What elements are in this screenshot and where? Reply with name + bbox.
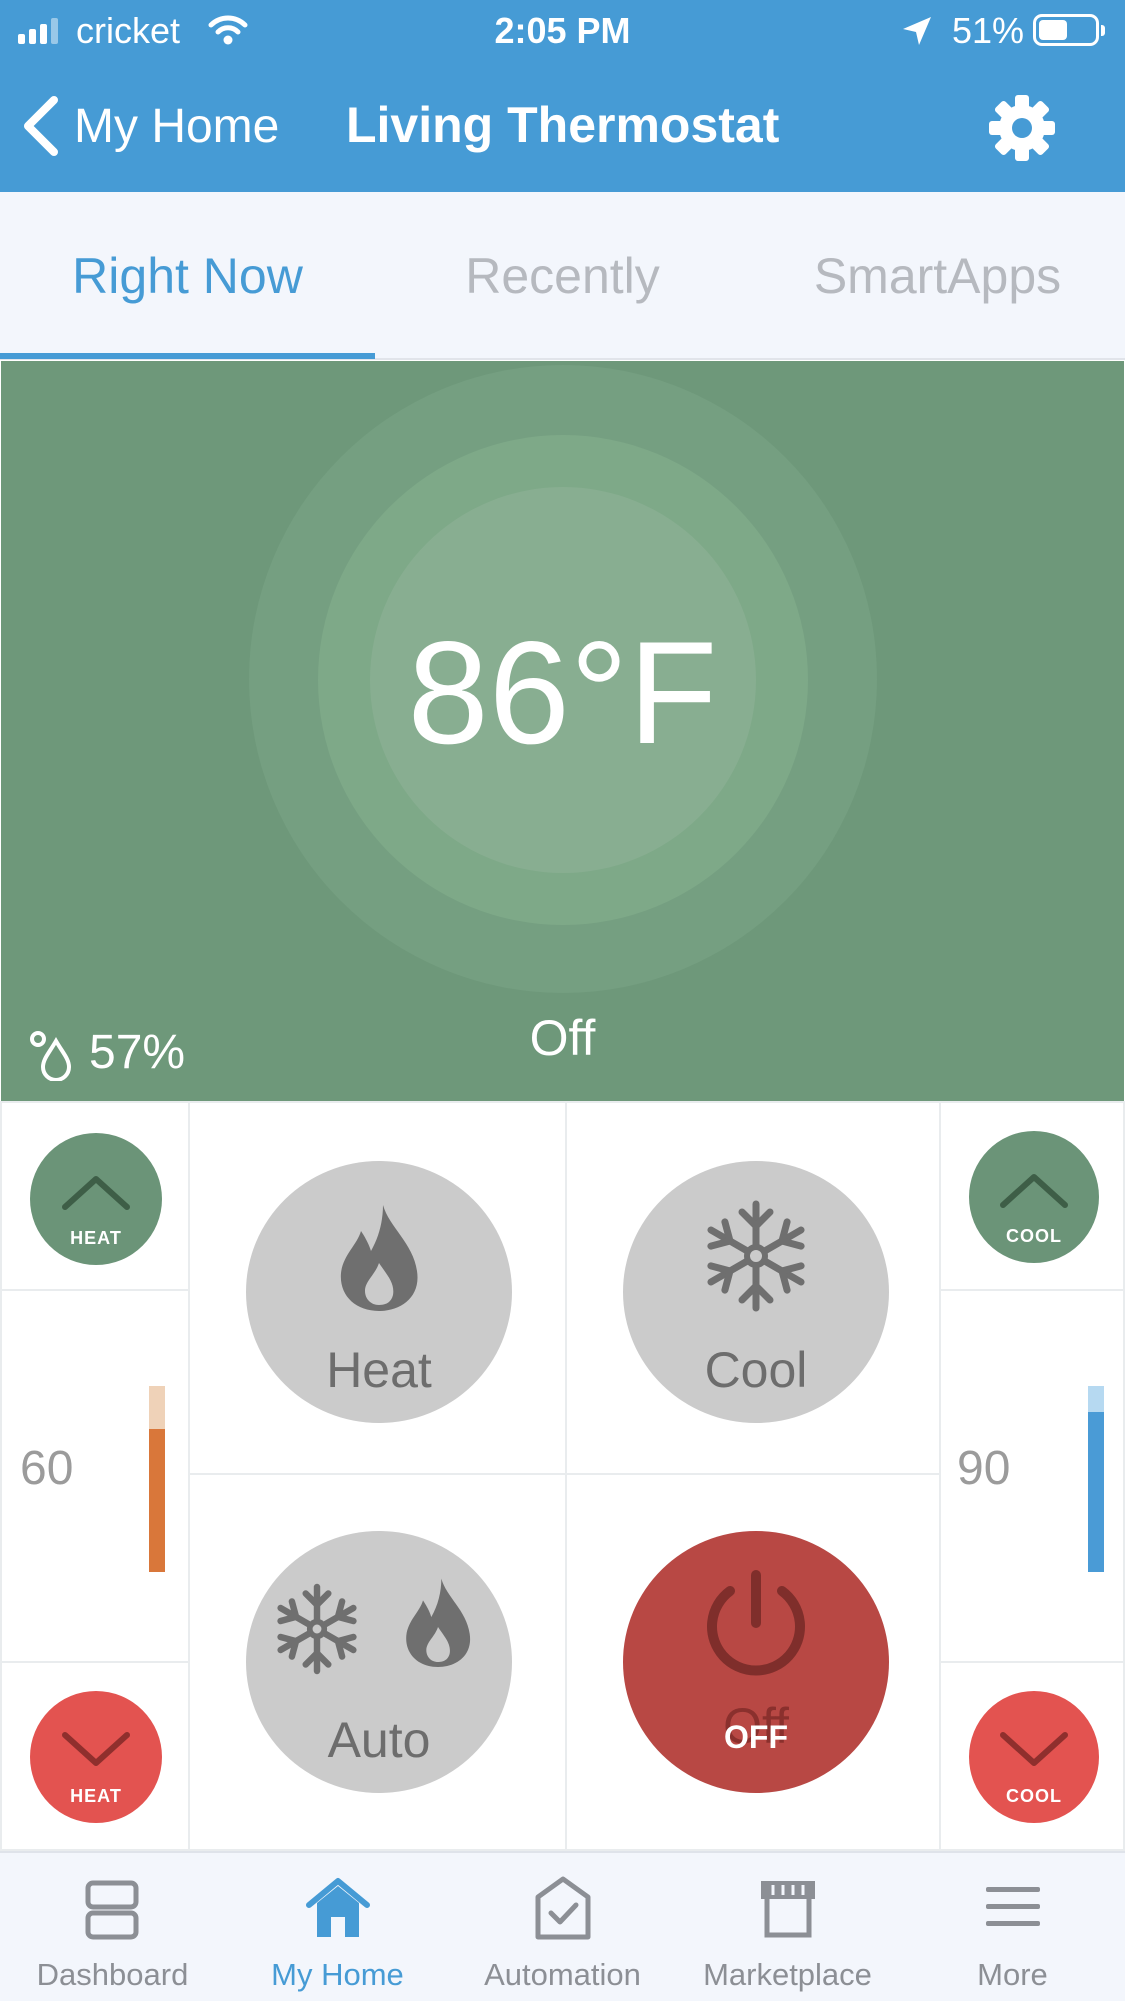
heat-down-button[interactable]: HEAT [30, 1691, 162, 1823]
top-bar: cricket 2:05 PM 51% My Home Living Therm… [0, 0, 1125, 192]
flame-icon [406, 1578, 471, 1667]
home-icon [306, 1878, 370, 1937]
chevron-up-icon [1000, 1174, 1068, 1208]
chevron-up-icon [62, 1176, 130, 1210]
cool-up-cell: COOL [939, 1101, 1125, 1291]
menu-icon [986, 1887, 1040, 1926]
location-arrow-icon [903, 17, 931, 45]
dashboard-icon [85, 1880, 139, 1940]
bottom-nav: Dashboard My Home Automation Marketplace… [0, 1851, 1125, 2001]
flame-icon [340, 1205, 418, 1311]
cool-mode-button[interactable]: Cool [623, 1161, 889, 1423]
heat-setpoint-cell: 60 [0, 1289, 190, 1663]
temperature-panel: 86°F Off 57% [1, 361, 1124, 1101]
off-mode-button[interactable]: Off OFF [623, 1531, 889, 1793]
cool-setpoint-bar [1088, 1386, 1104, 1572]
heat-down-label: HEAT [70, 1786, 122, 1806]
nav-dashboard-label: Dashboard [36, 1957, 189, 1992]
nav-automation[interactable]: Automation [450, 1853, 675, 2003]
auto-mode-button[interactable]: Auto [246, 1531, 512, 1793]
cool-up-button[interactable]: COOL [969, 1131, 1099, 1263]
current-temperature: 86°F [407, 611, 718, 774]
tab-bar: Right Now Recently SmartApps [0, 192, 1125, 360]
marketplace-icon [761, 1881, 815, 1938]
cool-mode-cell: Cool [565, 1101, 941, 1475]
nav-marketplace-label: Marketplace [703, 1957, 872, 1992]
cool-setpoint: 90 [957, 1442, 1011, 1495]
nav-more[interactable]: More [900, 1853, 1125, 2003]
heat-mode-button[interactable]: Heat [246, 1161, 512, 1423]
cool-mode-label: Cool [704, 1342, 808, 1398]
cool-down-cell: COOL [939, 1661, 1125, 1851]
chevron-down-icon [62, 1732, 130, 1766]
back-label: My Home [74, 99, 280, 153]
cool-up-label: COOL [1006, 1226, 1062, 1246]
heat-down-cell: HEAT [0, 1661, 190, 1851]
page-title: Living Thermostat [346, 97, 780, 153]
auto-mode-label: Auto [327, 1712, 431, 1768]
humidity-value: 57% [89, 1026, 186, 1079]
cool-down-label: COOL [1006, 1786, 1062, 1806]
heat-mode-cell: Heat [188, 1101, 567, 1475]
tab-right-now[interactable]: Right Now [0, 192, 375, 360]
auto-mode-cell: Auto [188, 1473, 567, 1851]
tab-recently[interactable]: Recently [375, 192, 750, 360]
humidity-icon [30, 1031, 72, 1081]
nav-more-label: More [977, 1957, 1048, 1992]
cool-setpoint-cell: 90 [939, 1289, 1125, 1663]
power-icon [707, 1570, 805, 1676]
chevron-down-icon [1000, 1732, 1068, 1766]
snowflake-icon [707, 1200, 805, 1312]
nav-my-home-label: My Home [271, 1957, 404, 1992]
controls-grid: HEAT 60 HEAT Heat Cool Auto Off OFF COOL… [0, 1101, 1125, 1851]
cool-down-button[interactable]: COOL [969, 1691, 1099, 1823]
battery-icon [1033, 14, 1105, 46]
nav-automation-label: Automation [484, 1957, 641, 1992]
tab-smartapps[interactable]: SmartApps [750, 192, 1125, 360]
status-bar: cricket 2:05 PM 51% [0, 0, 1125, 62]
battery-percent: 51% [952, 10, 1025, 51]
nav-marketplace[interactable]: Marketplace [675, 1853, 900, 2003]
nav-dashboard[interactable]: Dashboard [0, 1853, 225, 2003]
nav-my-home[interactable]: My Home [225, 1853, 450, 2003]
active-tab-indicator [0, 353, 375, 359]
heat-up-label: HEAT [70, 1228, 122, 1248]
heat-up-button[interactable]: HEAT [30, 1133, 162, 1265]
heat-mode-label: Heat [326, 1342, 432, 1398]
heat-setpoint: 60 [20, 1442, 74, 1495]
back-chevron-icon [24, 96, 58, 156]
heat-up-cell: HEAT [0, 1101, 190, 1291]
heat-setpoint-bar [149, 1386, 165, 1572]
snowflake-icon [277, 1583, 357, 1675]
off-badge: OFF [724, 1719, 788, 1755]
nav-bar: My Home Living Thermostat [0, 62, 1125, 192]
gear-icon[interactable] [988, 94, 1056, 162]
back-button[interactable]: My Home [18, 90, 308, 162]
off-mode-cell: Off OFF [565, 1473, 941, 1851]
automation-icon [535, 1876, 591, 1940]
